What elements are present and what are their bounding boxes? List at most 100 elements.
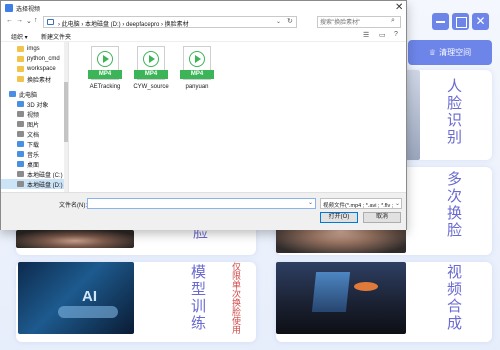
cancel-button[interactable]: 取消 <box>363 212 401 223</box>
address-bar[interactable]: › 此电脑 › 本地磁盘 (D:) › deepfacepro › 换脸素材 ⌄… <box>43 16 297 28</box>
nav-item-label: 换脸素材 <box>27 77 52 84</box>
dialog-title: 选择视频 <box>16 7 41 13</box>
file-item-panyuan[interactable]: MP4 panyuan <box>175 46 219 98</box>
computer-icon <box>9 91 16 97</box>
nav-item-label: 此电脑 <box>19 92 38 99</box>
file-name-input[interactable] <box>87 198 316 209</box>
play-icon <box>97 51 113 67</box>
file-list: MP4 AETracking MP4 CYW_source MP4 panyua… <box>71 42 406 192</box>
nav-item-this-pc[interactable]: 此电脑 <box>1 89 67 99</box>
minimize-icon <box>432 13 449 30</box>
card-title: 模型训练 <box>189 264 207 332</box>
nav-item-pictures[interactable]: 图片 <box>1 119 67 129</box>
fish-shape <box>354 282 378 291</box>
desktop-icon <box>17 161 24 167</box>
forward-arrow-icon[interactable]: → <box>16 17 23 24</box>
nav-item-downloads[interactable]: 下载 <box>1 139 67 149</box>
file-item-aetracking[interactable]: MP4 AETracking <box>83 46 127 98</box>
dialog-footer: 文件名(N): ⌄ 视频文件(*.mp4 ; *.avi ; *.flv ; ⌄… <box>1 192 406 230</box>
clean-space-button[interactable]: ♕ 清理空间 <box>408 40 492 65</box>
nav-item-label: 3D 对象 <box>27 102 49 109</box>
drive-icon <box>17 181 24 187</box>
file-name: AETracking <box>89 84 121 90</box>
folder-icon <box>17 66 24 72</box>
nav-item-documents[interactable]: 文档 <box>1 129 67 139</box>
cube-icon <box>17 101 24 107</box>
maximize-button[interactable] <box>452 13 469 30</box>
card-title: 多次换脸 <box>445 171 463 239</box>
hand-shape <box>58 306 118 318</box>
nav-item-label: 本地磁盘 (D:) <box>27 182 63 189</box>
file-name: CYW_source <box>133 84 169 90</box>
file-name-dropdown-icon[interactable]: ⌄ <box>308 199 313 206</box>
nav-item-videos[interactable]: 视频 <box>1 109 67 119</box>
video-icon <box>17 111 24 117</box>
nav-item-3d-objects[interactable]: 3D 对象 <box>1 99 67 109</box>
scrollbar-thumb[interactable] <box>64 82 68 142</box>
clean-space-label: 清理空间 <box>439 48 472 57</box>
dialog-close-icon[interactable]: ✕ <box>395 2 403 13</box>
card-image <box>406 70 420 160</box>
nav-item-workspace[interactable]: workspace <box>1 64 67 74</box>
search-icon: ⌕ <box>391 17 395 24</box>
nav-item-label: 本地磁盘 (C:) <box>27 172 63 179</box>
nav-item-python-cmd[interactable]: python_cmd <box>1 54 67 64</box>
minimize-button[interactable] <box>432 13 449 30</box>
broom-icon: ♕ <box>428 48 437 57</box>
file-name-label: 文件名(N): <box>59 203 87 209</box>
help-icon[interactable]: ? <box>394 31 398 38</box>
nav-item-label: python_cmd <box>27 56 60 62</box>
computer-icon <box>47 19 54 25</box>
file-type-select[interactable]: 视频文件(*.mp4 ; *.avi ; *.flv ; ⌄ <box>320 198 402 209</box>
app-icon <box>5 4 13 12</box>
file-type-badge: MP4 <box>180 70 214 79</box>
file-type-dropdown-icon: ⌄ <box>395 201 401 207</box>
up-arrow-icon[interactable]: ↑ <box>34 17 38 24</box>
search-box[interactable]: ⌕ <box>317 16 401 28</box>
nav-item-label: 桌面 <box>27 162 40 169</box>
breadcrumb[interactable]: › 此电脑 › 本地磁盘 (D:) › deepfacepro › 换脸素材 <box>58 19 189 28</box>
drive-icon <box>17 171 24 177</box>
dialog-toolbar: 组织 ▾ 新建文件夹 ☰ ▭ ? <box>1 30 406 42</box>
navigation-pane: imgs python_cmd workspace 换脸素材 此电脑 3D 对象… <box>1 42 69 192</box>
nav-item-swap-material[interactable]: 换脸素材 <box>1 74 67 84</box>
dialog-title-bar[interactable]: 选择视频 ✕ <box>1 1 406 15</box>
folder-icon <box>17 56 24 62</box>
card-video-synthesis[interactable]: 视频合成 <box>276 262 492 342</box>
open-button[interactable]: 打开(O) <box>320 212 358 223</box>
recent-dropdown-icon[interactable]: ⌄ <box>26 17 32 25</box>
search-input[interactable] <box>320 18 390 27</box>
nav-item-label: imgs <box>27 46 40 52</box>
card-image <box>276 262 406 334</box>
play-icon <box>143 51 159 67</box>
nav-item-drive-c[interactable]: 本地磁盘 (C:) <box>1 169 67 179</box>
nav-item-drive-d[interactable]: 本地磁盘 (D:) <box>1 179 67 189</box>
music-icon <box>17 151 24 157</box>
navigation-scrollbar[interactable] <box>64 42 68 192</box>
file-open-dialog: 选择视频 ✕ ← → ⌄ ↑ › 此电脑 › 本地磁盘 (D:) › deepf… <box>0 0 407 230</box>
file-item-cyw-source[interactable]: MP4 CYW_source <box>129 46 173 98</box>
document-icon <box>17 131 24 137</box>
card-image: AI <box>18 262 134 334</box>
back-arrow-icon[interactable]: ← <box>6 17 13 24</box>
card-title: 人脸识别 <box>445 78 463 146</box>
card-model-training[interactable]: AI 模型训练 仅限单次换脸使用 <box>16 262 256 342</box>
nav-item-label: 视频 <box>27 112 40 119</box>
play-icon <box>189 51 205 67</box>
refresh-icon[interactable]: ↻ <box>287 17 293 25</box>
view-options-icon[interactable]: ☰ <box>363 31 369 39</box>
nav-item-label: workspace <box>27 66 56 72</box>
file-type-value: 视频文件(*.mp4 ; *.avi ; *.flv ; <box>323 203 394 209</box>
address-dropdown-icon[interactable]: ⌄ <box>276 18 281 25</box>
nav-item-label: 文档 <box>27 132 40 139</box>
preview-pane-icon[interactable]: ▭ <box>379 31 386 39</box>
nav-item-desktop[interactable]: 桌面 <box>1 159 67 169</box>
folder-icon <box>17 76 24 82</box>
ai-label: AI <box>82 288 97 305</box>
new-folder-button[interactable]: 新建文件夹 <box>41 32 71 41</box>
close-button[interactable]: ✕ <box>472 13 489 30</box>
organize-menu[interactable]: 组织 ▾ <box>11 32 28 41</box>
close-icon: ✕ <box>475 14 486 28</box>
nav-item-imgs[interactable]: imgs <box>1 44 67 54</box>
nav-item-music[interactable]: 音乐 <box>1 149 67 159</box>
